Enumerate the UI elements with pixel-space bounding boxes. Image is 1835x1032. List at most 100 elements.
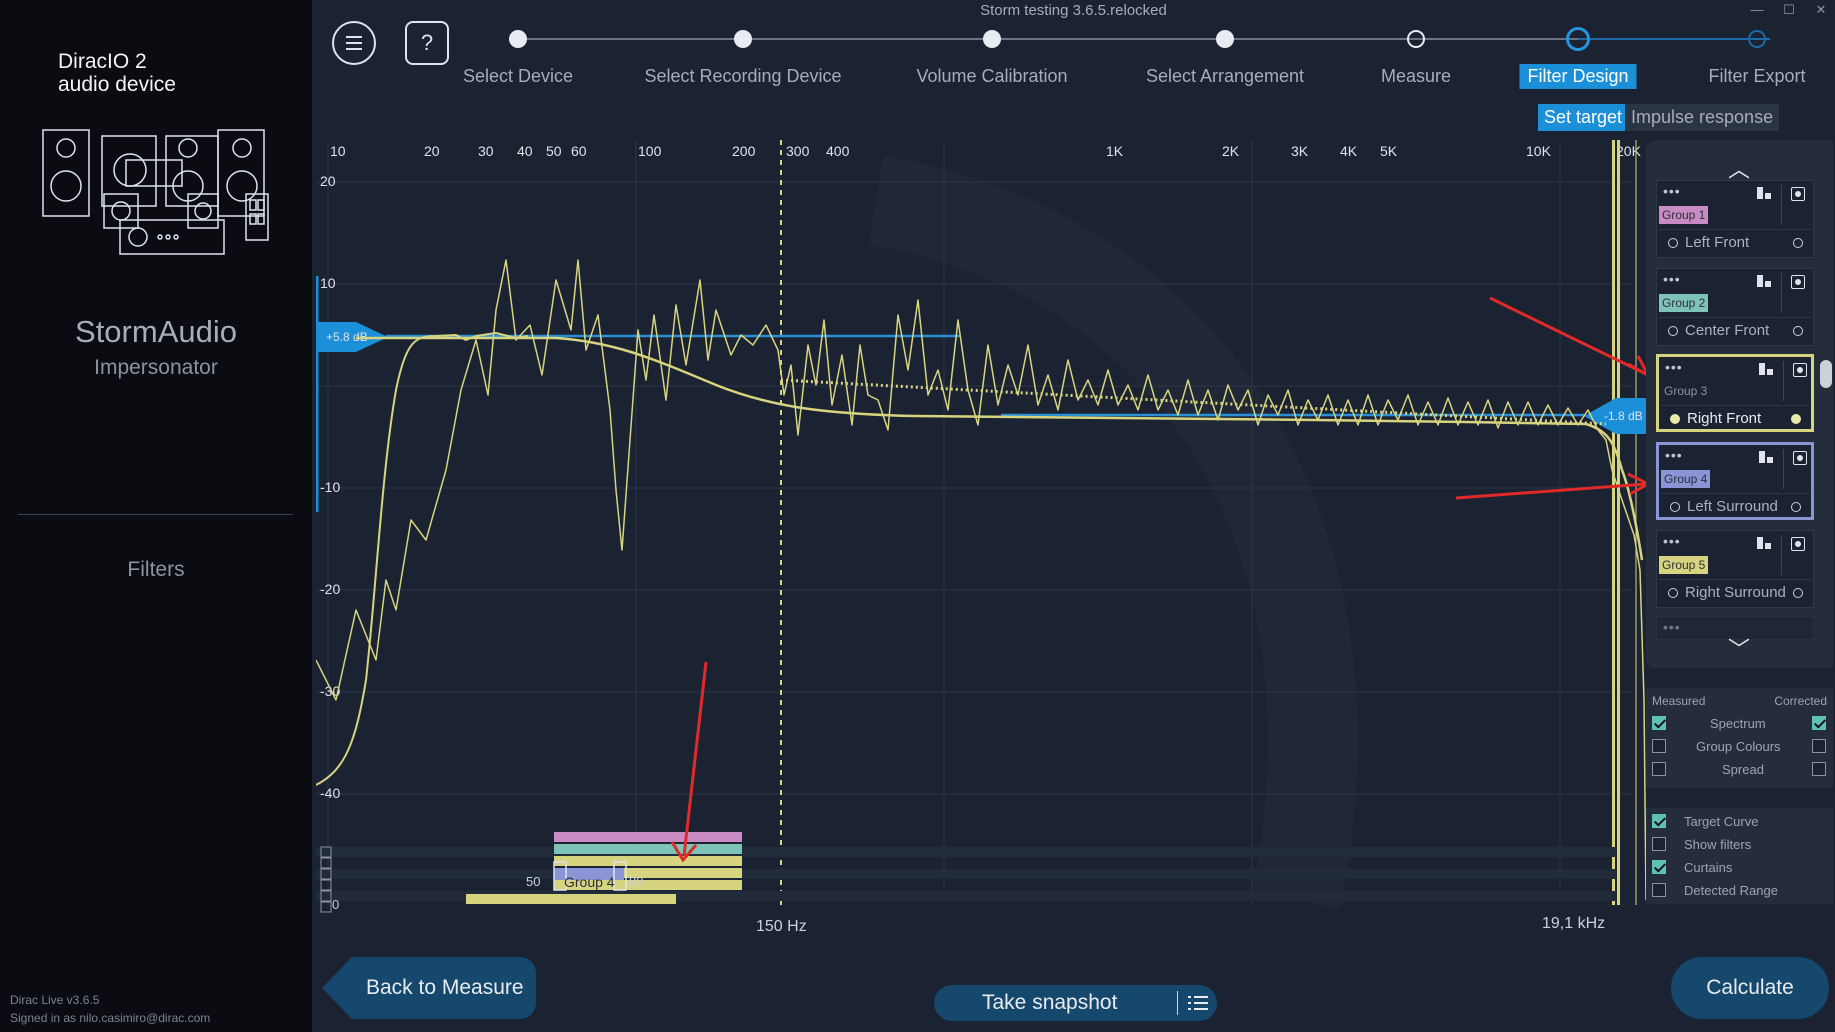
channel-select-radio[interactable] bbox=[1791, 502, 1801, 512]
more-icon[interactable]: ••• bbox=[1663, 183, 1681, 199]
more-icon[interactable]: ••• bbox=[1663, 271, 1681, 287]
layout-icon[interactable] bbox=[1757, 537, 1771, 549]
card-divider bbox=[1783, 449, 1784, 489]
step-dot-measure[interactable] bbox=[1407, 30, 1425, 48]
more-icon[interactable]: ••• bbox=[1665, 447, 1683, 463]
step-dot-select-recording-device[interactable] bbox=[734, 30, 752, 48]
lane-checkbox[interactable] bbox=[320, 857, 332, 869]
menu-icon-bar bbox=[346, 36, 362, 38]
layout-icon[interactable] bbox=[1759, 363, 1773, 375]
minimize-button[interactable]: — bbox=[1748, 2, 1766, 17]
step-filter-design[interactable]: Filter Design bbox=[1519, 64, 1637, 89]
back-to-measure-button[interactable]: Back to Measure bbox=[322, 957, 536, 1019]
channel-row[interactable]: Left Front bbox=[1659, 229, 1811, 253]
group-colours-measured-checkbox[interactable] bbox=[1652, 739, 1666, 753]
group-card-3[interactable]: ••• Group 3 Right Front bbox=[1656, 354, 1814, 432]
spread-label: Spread bbox=[1722, 762, 1764, 777]
channel-row[interactable]: Right Surround bbox=[1659, 579, 1811, 603]
group-list-scrollbar[interactable] bbox=[1820, 360, 1832, 388]
help-button[interactable]: ? bbox=[405, 21, 449, 65]
sidebar-item-filters[interactable]: Filters bbox=[0, 558, 312, 582]
step-filter-export[interactable]: Filter Export bbox=[1708, 66, 1805, 87]
step-select-recording-device[interactable]: Select Recording Device bbox=[644, 66, 841, 87]
target-icon[interactable] bbox=[1793, 451, 1807, 465]
snapshot-list-icon[interactable] bbox=[1188, 996, 1208, 1012]
target-icon[interactable] bbox=[1791, 537, 1805, 551]
tab-set-target[interactable]: Set target bbox=[1538, 104, 1629, 131]
layout-icon[interactable] bbox=[1757, 187, 1771, 199]
step-dot-volume-calibration[interactable] bbox=[983, 30, 1001, 48]
group1-range-bar[interactable] bbox=[554, 832, 742, 842]
channel-row[interactable]: Center Front bbox=[1659, 317, 1811, 341]
take-snapshot-button[interactable]: Take snapshot bbox=[934, 985, 1217, 1021]
step-dot-filter-design[interactable] bbox=[1566, 27, 1590, 51]
window-title: Storm testing 3.6.5.relocked bbox=[980, 2, 1167, 19]
more-icon[interactable]: ••• bbox=[1663, 619, 1681, 635]
lane-checkbox[interactable] bbox=[320, 901, 332, 913]
target-icon[interactable] bbox=[1791, 187, 1805, 201]
calculate-button[interactable]: Calculate bbox=[1671, 957, 1829, 1019]
db-tick: 20 bbox=[320, 173, 336, 189]
channel-select-radio[interactable] bbox=[1793, 326, 1803, 336]
card-divider bbox=[1781, 273, 1782, 313]
channel-row[interactable]: Right Front bbox=[1661, 405, 1809, 429]
lane bbox=[316, 847, 1616, 857]
lane bbox=[316, 869, 1616, 879]
spectrum-corrected-checkbox[interactable] bbox=[1812, 716, 1826, 730]
crossover-high-value: 80 bbox=[629, 874, 643, 889]
step-measure[interactable]: Measure bbox=[1381, 66, 1451, 87]
maximize-button[interactable]: ☐ bbox=[1780, 2, 1798, 18]
group-colours-label: Group Colours bbox=[1696, 739, 1781, 754]
close-button[interactable]: ✕ bbox=[1812, 2, 1830, 18]
freq-tick: 50 bbox=[546, 143, 562, 159]
step-dot-filter-export[interactable] bbox=[1748, 30, 1766, 48]
layout-icon[interactable] bbox=[1757, 275, 1771, 287]
channel-select-radio[interactable] bbox=[1793, 238, 1803, 248]
channel-radio[interactable] bbox=[1670, 414, 1680, 424]
more-icon[interactable]: ••• bbox=[1663, 533, 1681, 549]
step-dot-select-device[interactable] bbox=[509, 30, 527, 48]
chevron-down-icon[interactable]: ﹀ bbox=[1728, 632, 1750, 664]
freq-tick: 10 bbox=[330, 143, 346, 159]
curtains-checkbox[interactable] bbox=[1652, 860, 1666, 874]
channel-radio[interactable] bbox=[1668, 326, 1678, 336]
step-select-device[interactable]: Select Device bbox=[463, 66, 573, 87]
target-icon[interactable] bbox=[1791, 275, 1805, 289]
tab-impulse-response[interactable]: Impulse response bbox=[1625, 104, 1780, 131]
group-card-4[interactable]: ••• Group 4 Left Surround bbox=[1656, 442, 1814, 520]
more-icon[interactable]: ••• bbox=[1665, 359, 1683, 375]
group-colours-corrected-checkbox[interactable] bbox=[1812, 739, 1826, 753]
channel-select-radio[interactable] bbox=[1793, 588, 1803, 598]
step-volume-calibration[interactable]: Volume Calibration bbox=[916, 66, 1067, 87]
frequency-response-plot[interactable]: 10 20 30 40 50 60 100 200 300 400 1K 2K … bbox=[316, 140, 1646, 940]
channel-name: Center Front bbox=[1685, 322, 1770, 339]
raw-response-curve bbox=[316, 259, 1646, 901]
db-axis: 20 10 -10 -20 -30 -40 bbox=[320, 173, 340, 801]
channel-radio[interactable] bbox=[1668, 238, 1678, 248]
target-curve-checkbox[interactable] bbox=[1652, 814, 1666, 828]
layout-icon[interactable] bbox=[1759, 451, 1773, 463]
spectrum-measured-checkbox[interactable] bbox=[1652, 716, 1666, 730]
group-card-1[interactable]: ••• Group 1 Left Front bbox=[1656, 180, 1814, 258]
target-icon[interactable] bbox=[1793, 363, 1807, 377]
spread-corrected-checkbox[interactable] bbox=[1812, 762, 1826, 776]
annotation-arrow bbox=[1489, 296, 1646, 376]
group-card-5[interactable]: ••• Group 5 Right Surround bbox=[1656, 530, 1814, 608]
channel-row[interactable]: Left Surround bbox=[1661, 493, 1809, 517]
detected-range-checkbox[interactable] bbox=[1652, 883, 1666, 897]
vendor-name: StormAudio bbox=[75, 314, 237, 349]
step-dot-select-arrangement[interactable] bbox=[1216, 30, 1234, 48]
channel-radio[interactable] bbox=[1670, 502, 1680, 512]
step-select-arrangement[interactable]: Select Arrangement bbox=[1146, 66, 1304, 87]
watermark-shape bbox=[868, 155, 1358, 910]
lane-checkbox[interactable] bbox=[320, 879, 332, 891]
menu-button[interactable] bbox=[332, 21, 376, 65]
group-card-2[interactable]: ••• Group 2 Center Front bbox=[1656, 268, 1814, 346]
spread-measured-checkbox[interactable] bbox=[1652, 762, 1666, 776]
channel-radio[interactable] bbox=[1668, 588, 1678, 598]
group3-range-bar[interactable] bbox=[554, 856, 742, 866]
sub-range-bar[interactable] bbox=[466, 894, 676, 904]
group2-range-bar[interactable] bbox=[554, 844, 742, 854]
show-filters-checkbox[interactable] bbox=[1652, 837, 1666, 851]
channel-select-radio[interactable] bbox=[1791, 414, 1801, 424]
